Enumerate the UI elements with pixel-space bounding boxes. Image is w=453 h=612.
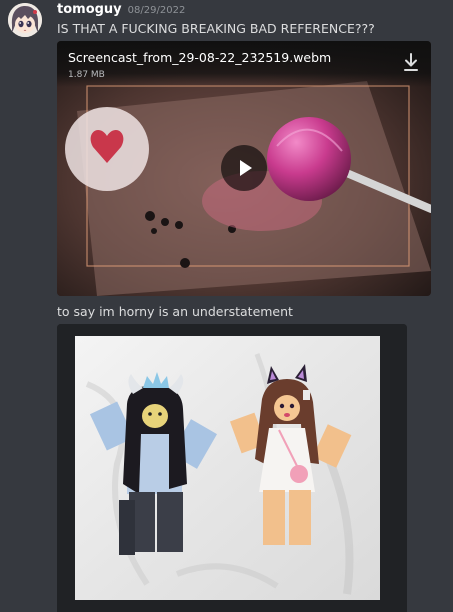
play-button[interactable]	[221, 145, 267, 191]
avatar[interactable]	[8, 3, 42, 37]
attached-image	[57, 324, 407, 612]
video-filename[interactable]: Screencast_from_29-08-22_232519.webm	[68, 50, 331, 65]
video-file-size: 1.87 MB	[68, 70, 105, 80]
chat-message: tomoguy 08/29/2022 IS THAT A FUCKING BRE…	[0, 0, 453, 612]
image-attachment[interactable]	[57, 324, 407, 612]
message-header: tomoguy 08/29/2022	[57, 2, 185, 17]
video-attachment[interactable]: Screencast_from_29-08-22_232519.webm 1.8…	[57, 41, 431, 296]
download-icon[interactable]	[403, 53, 419, 73]
avatar-image	[8, 3, 42, 37]
message-text-2: to say im horny is an understatement	[57, 304, 293, 319]
play-icon	[240, 160, 252, 176]
username[interactable]: tomoguy	[57, 2, 122, 17]
timestamp: 08/29/2022	[127, 5, 186, 16]
message-text: IS THAT A FUCKING BREAKING BAD REFERENCE…	[57, 21, 375, 36]
